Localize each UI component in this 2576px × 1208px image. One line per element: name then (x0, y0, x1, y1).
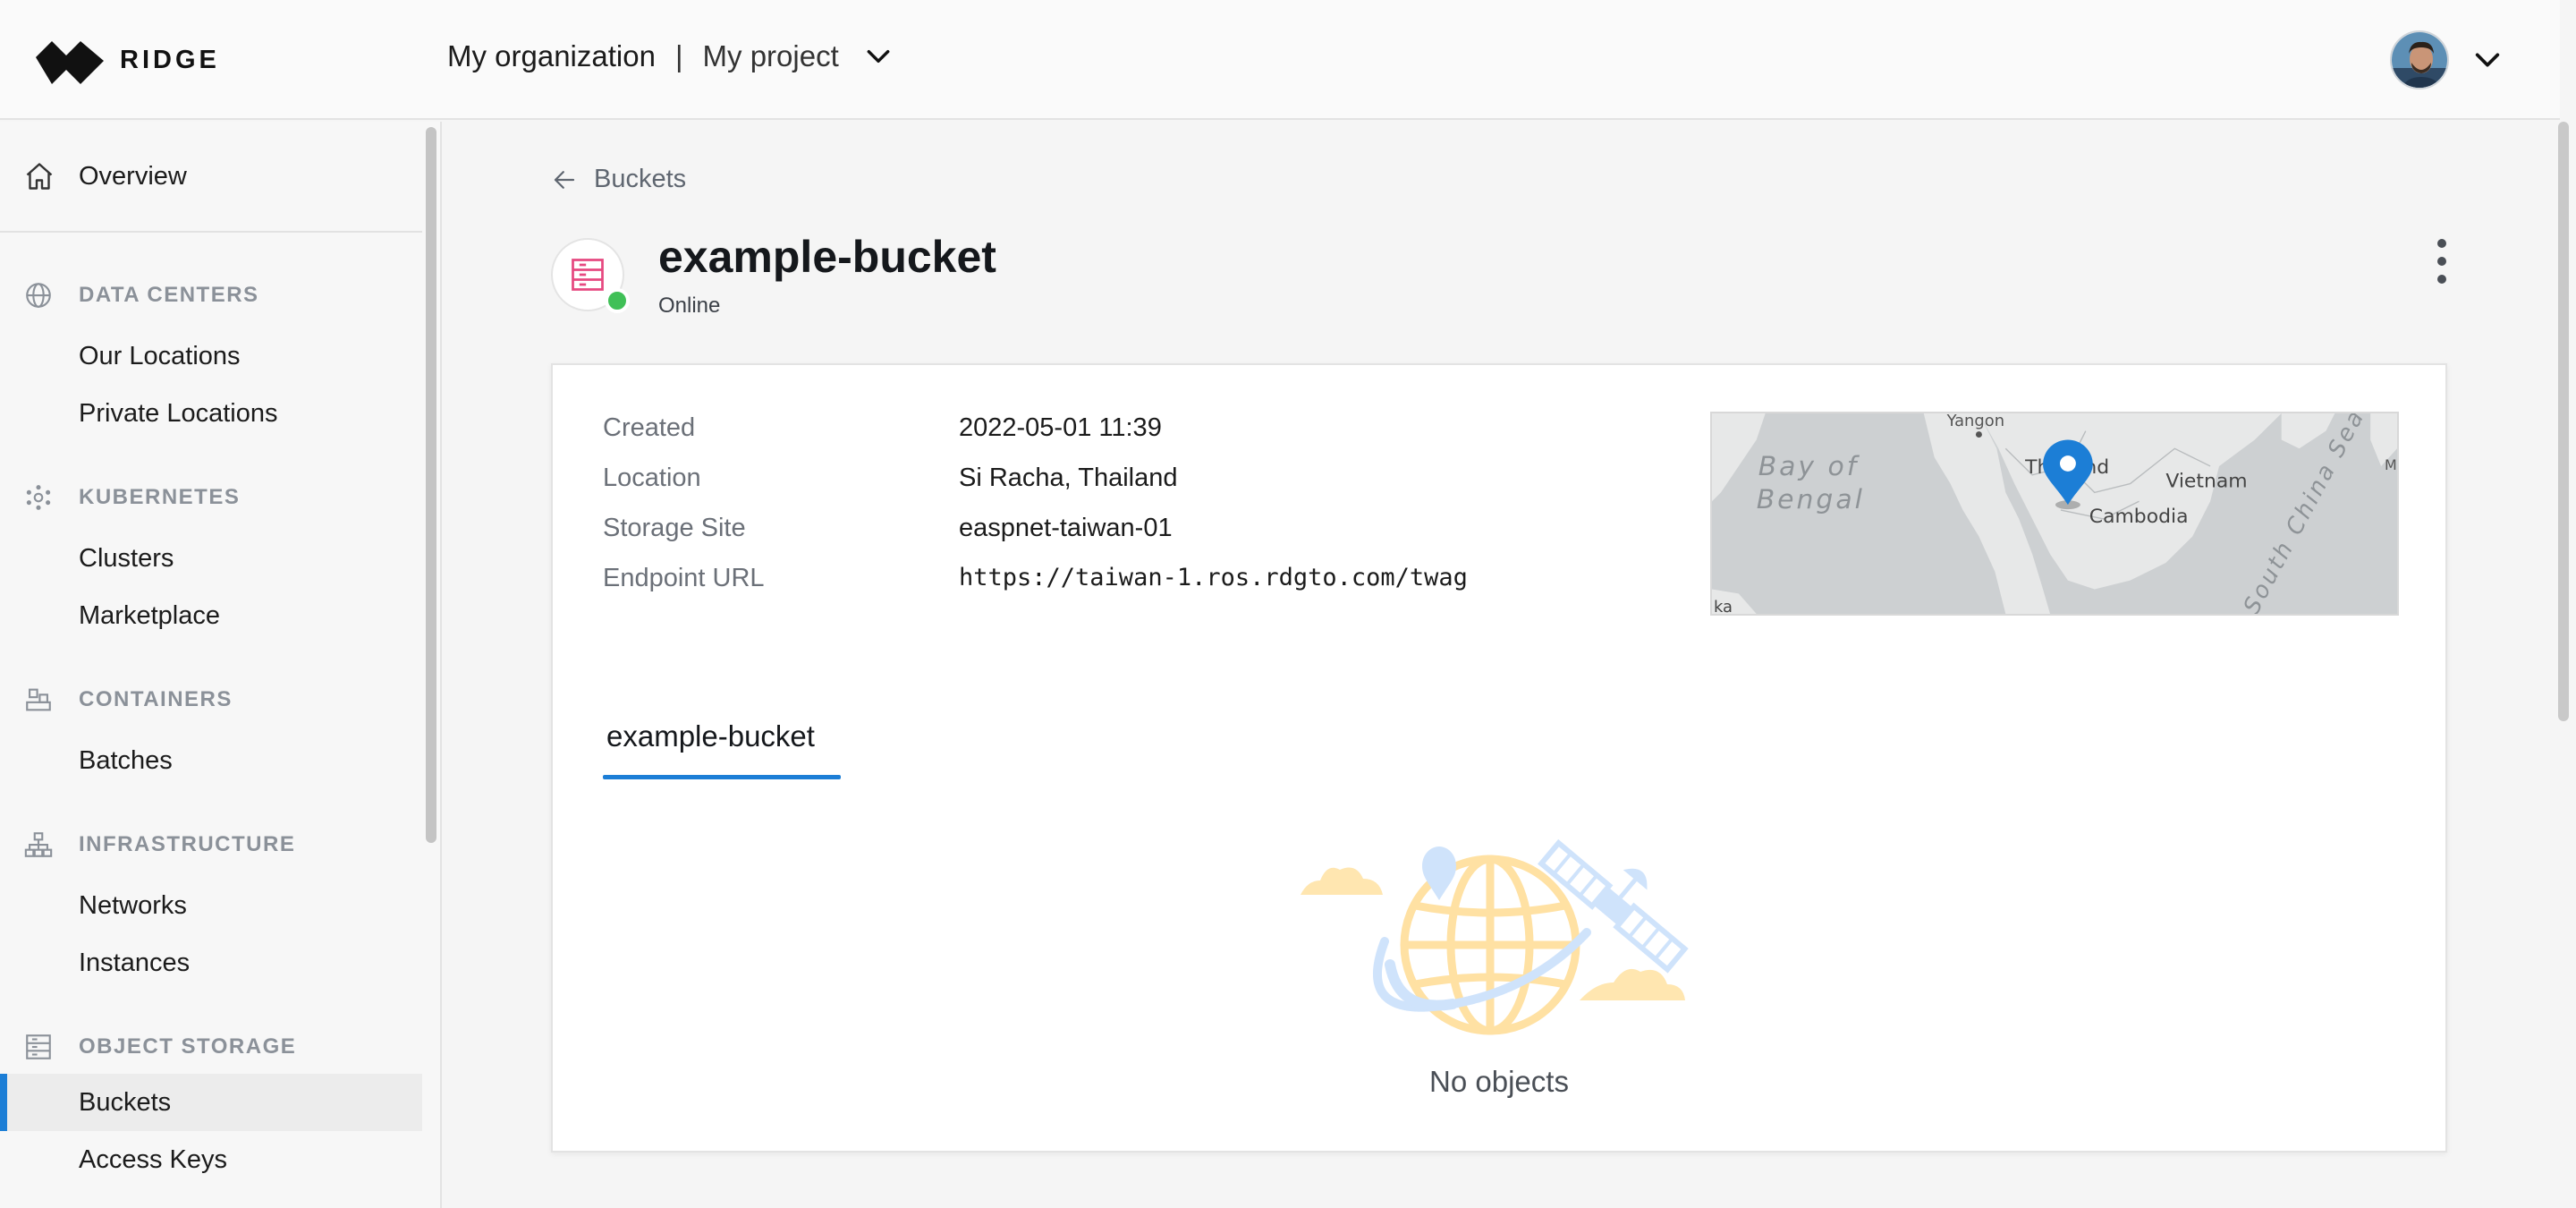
user-menu[interactable] (2390, 30, 2503, 89)
sidebar-item-label: Private Locations (79, 398, 278, 428)
sidebar-section-kubernetes: KUBERNETES Clusters Marketplace (0, 480, 422, 644)
sidebar-item-batches[interactable]: Batches (0, 732, 422, 789)
status-text: Online (658, 293, 721, 318)
sidebar-section-title: DATA CENTERS (79, 283, 259, 307)
back-link-label: Buckets (594, 165, 687, 193)
sidebar-item-buckets[interactable]: Buckets (0, 1074, 422, 1131)
sidebar-section-data-centers: DATA CENTERS Our Locations Private Locat… (0, 277, 422, 442)
sidebar-section-title: KUBERNETES (79, 485, 241, 509)
storage-icon (26, 1034, 51, 1059)
avatar[interactable] (2390, 30, 2449, 89)
map-label-yangon: Yangon (1946, 413, 2004, 430)
sidebar-item-instances[interactable]: Instances (0, 934, 422, 991)
sidebar-section-title: OBJECT STORAGE (79, 1034, 297, 1059)
sidebar-item-label: Overview (79, 161, 187, 191)
back-to-buckets-link[interactable]: Buckets (551, 165, 686, 194)
chevron-down-icon[interactable] (864, 42, 893, 71)
brand-logo[interactable]: RIDGE (36, 34, 220, 86)
map-label-cambodia: Cambodia (2089, 506, 2189, 528)
sidebar-item-clusters[interactable]: Clusters (0, 530, 422, 587)
sidebar-section-object-storage: OBJECT STORAGE Buckets Access Keys (0, 1029, 422, 1188)
globe-icon (26, 283, 51, 308)
cloud-icon (1580, 968, 1685, 1000)
sidebar: Overview DATA CENTERS Our Locations Priv… (0, 122, 442, 1208)
map-label-vietnam: Vietnam (2165, 471, 2247, 493)
avatar-image (2392, 32, 2447, 88)
detail-label: Storage Site (603, 514, 746, 542)
sidebar-item-marketplace[interactable]: Marketplace (0, 587, 422, 644)
more-options-icon[interactable] (2426, 234, 2458, 288)
sidebar-item-label: Clusters (79, 543, 174, 573)
sidebar-section-containers: CONTAINERS Batches (0, 682, 422, 789)
sidebar-section-infrastructure: INFRASTRUCTURE Networks Instances (0, 827, 422, 991)
sidebar-item-networks[interactable]: Networks (0, 877, 422, 934)
map-label-bengal: Bengal (1757, 483, 1865, 515)
status-online-dot (605, 288, 630, 313)
bucket-icon (572, 259, 604, 291)
sidebar-section-header: CONTAINERS (0, 682, 422, 718)
map-canvas: Bay of Bengal Yangon Thailand Vietnam Ca… (1712, 413, 2397, 614)
sidebar-item-overview[interactable]: Overview (0, 145, 422, 208)
sidebar-item-private-locations[interactable]: Private Locations (0, 385, 422, 442)
organization-name[interactable]: My organization (447, 39, 656, 73)
sidebar-section-header: KUBERNETES (0, 480, 422, 515)
sidebar-item-label: Batches (79, 745, 173, 775)
detail-value: Si Racha, Thailand (959, 464, 1178, 492)
cloud-icon (1301, 867, 1383, 895)
sidebar-item-label: Buckets (79, 1087, 172, 1117)
detail-value: 2022-05-01 11:39 (959, 413, 1162, 442)
sidebar-section-title: INFRASTRUCTURE (79, 832, 296, 856)
sidebar-section-title: CONTAINERS (79, 687, 233, 711)
active-tab-indicator (603, 775, 841, 779)
containers-icon (26, 688, 51, 711)
sidebar-section-header: INFRASTRUCTURE (0, 827, 422, 863)
ridge-logo-icon (36, 41, 104, 84)
bucket-details-card: Created 2022-05-01 11:39 Location Si Rac… (551, 363, 2447, 1153)
chevron-down-icon[interactable] (2472, 45, 2503, 75)
kubernetes-icon (26, 485, 51, 510)
sidebar-item-label: Our Locations (79, 341, 241, 370)
sidebar-item-our-locations[interactable]: Our Locations (0, 328, 422, 385)
page-title: example-bucket (658, 232, 996, 282)
detail-label: Created (603, 413, 696, 442)
detail-value: easpnet-taiwan-01 (959, 514, 1173, 542)
detail-label: Location (603, 464, 701, 492)
page-scrollbar[interactable] (2558, 122, 2569, 721)
empty-state-illustration (1301, 838, 1689, 1035)
org-project-separator: | (674, 39, 683, 72)
arrow-left-icon (554, 170, 575, 189)
top-bar: RIDGE My organization | My project (0, 0, 2560, 120)
project-name[interactable]: My project (703, 39, 839, 73)
sidebar-scrollbar[interactable] (426, 127, 436, 843)
tab-example-bucket[interactable]: example-bucket (603, 719, 818, 775)
org-project-switcher[interactable]: My organization | My project (447, 39, 893, 73)
detail-label: Endpoint URL (603, 564, 765, 592)
sidebar-item-access-keys[interactable]: Access Keys (0, 1131, 422, 1188)
map-label-edge-left: ka (1714, 598, 1733, 614)
sidebar-item-label: Instances (79, 948, 191, 977)
sidebar-item-label: Marketplace (79, 600, 220, 630)
endpoint-url-value[interactable]: https://taiwan-1.ros.rdgto.com/twag (959, 564, 1468, 591)
sidebar-item-label: Networks (79, 890, 187, 920)
sidebar-section-header: DATA CENTERS (0, 277, 422, 313)
sidebar-divider (0, 231, 422, 233)
map-label-edge-right: M (2385, 456, 2397, 473)
sidebar-section-header: OBJECT STORAGE (0, 1029, 422, 1065)
sidebar-item-label: Access Keys (79, 1144, 227, 1174)
empty-state-text: No objects (1429, 1065, 1569, 1098)
map-label-bay-of: Bay of (1758, 450, 1860, 481)
brand-name: RIDGE (120, 45, 220, 74)
home-icon (26, 163, 53, 190)
network-icon (24, 832, 53, 857)
location-map[interactable]: Bay of Bengal Yangon Thailand Vietnam Ca… (1710, 412, 2399, 616)
